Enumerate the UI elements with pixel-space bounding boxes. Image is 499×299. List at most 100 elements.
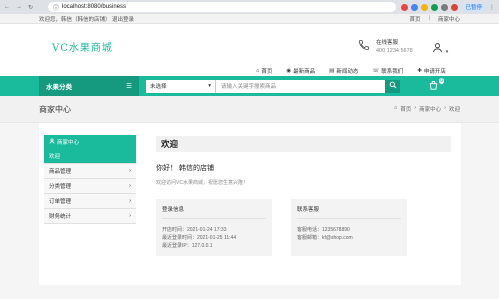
sidebar-item-products[interactable]: 商品管理 › xyxy=(44,164,136,179)
main-menu: ⌂ 首页 ◉ 最新商品 ▤ 新闻动态 ☏ 联系我们 ✚ 申请开店 xyxy=(256,67,446,75)
menu-label: 首页 xyxy=(261,69,273,75)
chevron-right-icon: › xyxy=(129,183,131,189)
site-header: VC水果商城 在线客服 400 1234 5678 ▾ ⌂ 首页 ◉ 最新商品 ▤ 新… xyxy=(0,24,499,76)
user-icon xyxy=(432,43,446,56)
main-content: 欢迎 你好！ 韩信的店铺 欢迎访问VC水果商城，祝愿您生意兴隆！ 登录信息 开店… xyxy=(156,136,451,256)
back-icon[interactable]: ← xyxy=(4,4,10,11)
profile-label: 已暂停 xyxy=(465,5,482,11)
separator: › xyxy=(414,105,417,111)
separator: › xyxy=(444,105,446,111)
contact-info: 在线客服 400 1234 5678 xyxy=(358,38,413,56)
sidebar-item-label: 分类管理 xyxy=(49,184,72,190)
sidebar: 商家中心 欢迎 商品管理 › 分类管理 › 订单管理 › 财务统计 › xyxy=(44,135,136,224)
info-icon[interactable]: ⓘ xyxy=(53,3,59,12)
center-link[interactable]: 商家中心 xyxy=(438,15,460,23)
breadcrumb-item[interactable]: 首页 xyxy=(400,105,411,113)
sidebar-item-label: 订单管理 xyxy=(49,199,72,205)
apply-icon: ✚ xyxy=(417,68,422,74)
news-icon: ▤ xyxy=(329,68,335,74)
phone-icon: ☏ xyxy=(372,68,380,74)
sidebar-item-finance[interactable]: 财务统计 › xyxy=(44,209,136,224)
greeting: 你好！ 韩信的店铺 xyxy=(156,165,214,172)
user-icon xyxy=(49,138,55,146)
sidebar-title: 商家中心 xyxy=(57,140,80,146)
sidebar-item-categories[interactable]: 分类管理 › xyxy=(44,179,136,194)
welcome-area: 欢迎您，韩信（韩信的店铺） 退出登录 xyxy=(39,15,134,23)
info-line: 最近登录时间：2021-01-25 11:44 xyxy=(162,235,237,241)
chevron-right-icon: › xyxy=(129,168,131,174)
separator: | xyxy=(428,14,430,21)
menu-item-new[interactable]: ◉ 最新商品 xyxy=(286,67,315,75)
logout-link[interactable]: 退出登录 xyxy=(112,17,134,23)
user-menu[interactable]: ▾ xyxy=(432,42,448,56)
info-line: 开店时间：2021-01-24 17:33 xyxy=(162,227,227,233)
home-icon: ⌂ xyxy=(393,105,398,111)
extensions: 已暂停 ⋮ xyxy=(401,2,495,12)
menu-item-apply[interactable]: ✚ 申请开店 xyxy=(417,67,446,75)
sidebar-item-welcome[interactable]: 欢迎 xyxy=(44,149,136,164)
page-title: 商家中心 xyxy=(39,104,71,114)
sidebar-header: 商家中心 xyxy=(44,135,136,149)
sidebar-item-orders[interactable]: 订单管理 › xyxy=(44,194,136,209)
content-panel: 商家中心 欢迎 商品管理 › 分类管理 › 订单管理 › 财务统计 › 欢迎 你好！ 韩… xyxy=(39,123,461,285)
info-line: 最近登录IP：127.0.0.1 xyxy=(162,243,213,249)
chevron-down-icon: ▾ xyxy=(445,49,449,55)
browser-toolbar: ← → ↻ ⓘ localhost:8080/business 已暂停 ⋮ xyxy=(0,0,499,14)
service-info-box: 联系客服 客服电话：1235678890 客服邮箱：kf@shop.com xyxy=(291,199,407,256)
menu-label: 新闻动态 xyxy=(336,69,359,75)
menu-icon[interactable]: ⋮ xyxy=(489,4,495,11)
top-bar: 欢迎您，韩信（韩信的店铺） 退出登录 首页 | 商家中心 xyxy=(0,14,499,24)
extension-icon[interactable] xyxy=(441,3,449,11)
menu-item-news[interactable]: ▤ 新闻动态 xyxy=(329,67,358,75)
sidebar-item-label: 欢迎 xyxy=(49,154,61,160)
url-text: localhost:8080/business xyxy=(62,4,127,10)
info-boxes: 登录信息 开店时间：2021-01-24 17:33 最近登录时间：2021-0… xyxy=(156,199,451,256)
box-title: 登录信息 xyxy=(162,205,266,219)
menu-label: 最新商品 xyxy=(293,69,316,75)
browser-nav: ← → ↻ xyxy=(4,4,48,11)
menu-item-contact[interactable]: ☏ 联系我们 xyxy=(372,67,403,75)
phone-icon xyxy=(358,38,370,56)
sidebar-item-label: 财务统计 xyxy=(49,214,72,220)
search-input[interactable]: 请输入关键字搜索商品 xyxy=(216,80,385,93)
page-title-bar: 商家中心 ⌂ 首页 › 商家中心 › 欢迎 xyxy=(0,96,499,123)
breadcrumb-item: 欢迎 xyxy=(448,107,460,113)
site-logo[interactable]: VC水果商城 xyxy=(52,39,113,54)
login-info-box: 登录信息 开店时间：2021-01-24 17:33 最近登录时间：2021-0… xyxy=(156,199,272,256)
sidebar-item-label: 商品管理 xyxy=(49,169,72,175)
cart-button[interactable]: 0 xyxy=(422,76,444,96)
profile-button[interactable]: 已暂停 xyxy=(461,2,486,12)
menu-label: 申请开店 xyxy=(423,69,446,75)
top-links: 首页 | 商家中心 xyxy=(410,15,460,23)
extension-icon[interactable] xyxy=(451,3,459,11)
welcome-title: 欢迎 xyxy=(156,136,451,152)
breadcrumb-item[interactable]: 商家中心 xyxy=(419,105,441,113)
info-line: 客服邮箱：kf@shop.com xyxy=(297,235,353,241)
hamburger-icon: ☰ xyxy=(126,83,132,90)
home-icon: ⌂ xyxy=(256,68,260,74)
extension-icon[interactable] xyxy=(421,3,429,11)
search-button[interactable] xyxy=(385,79,400,93)
menu-label: 联系我们 xyxy=(381,69,404,75)
home-link[interactable]: 首页 xyxy=(410,15,421,23)
breadcrumb: ⌂ 首页 › 商家中心 › 欢迎 xyxy=(394,105,460,113)
nav-bar: 水果分类 ☰ 未选择 ▾ 请输入关键字搜索商品 0 xyxy=(0,76,499,96)
welcome-text: 欢迎您，韩信（韩信的店铺） xyxy=(39,16,111,23)
box-title: 联系客服 xyxy=(297,205,401,219)
contact-phone: 400 1234 5678 xyxy=(376,48,413,54)
reload-icon[interactable]: ↻ xyxy=(28,4,33,11)
extension-icon[interactable] xyxy=(431,3,439,11)
category-label: 水果分类 xyxy=(46,84,72,91)
extension-icon[interactable] xyxy=(401,3,409,11)
chevron-down-icon: ▾ xyxy=(208,83,211,89)
extension-icon[interactable] xyxy=(411,3,419,11)
new-icon: ◉ xyxy=(286,68,292,74)
contact-label: 在线客服 xyxy=(376,40,399,46)
chevron-right-icon: › xyxy=(129,213,131,219)
search-icon xyxy=(389,81,397,91)
category-button[interactable]: 水果分类 ☰ xyxy=(39,76,139,96)
menu-item-home[interactable]: ⌂ 首页 xyxy=(256,67,272,75)
category-select[interactable]: 未选择 ▾ xyxy=(146,79,216,93)
address-bar[interactable]: ⓘ localhost:8080/business xyxy=(48,2,397,12)
forward-icon[interactable]: → xyxy=(16,4,22,11)
